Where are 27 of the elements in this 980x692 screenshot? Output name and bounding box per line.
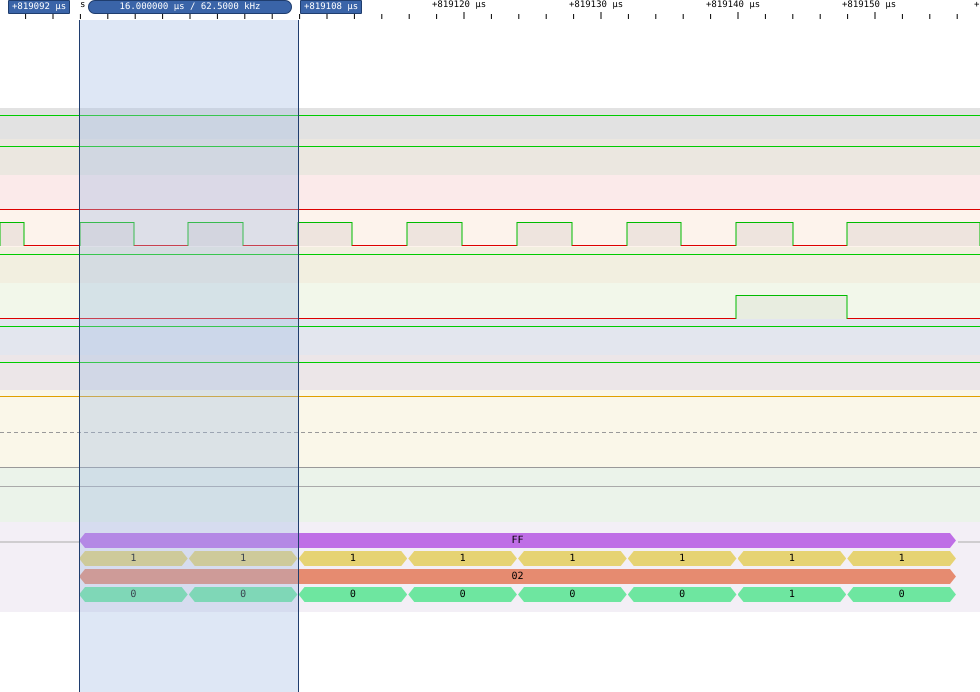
decoded-value: 1 [738, 551, 846, 566]
cursor-time-label: +819092 µs [8, 0, 70, 14]
decoded-value: 1 [298, 551, 408, 566]
time-label: + [974, 0, 980, 10]
decoded-value: 1 [738, 587, 846, 602]
time-label: +819120 µs [432, 0, 486, 10]
decoded-value: 1 [628, 551, 736, 566]
decoded-value: 1 [79, 551, 188, 566]
decoded-value: 0 [188, 587, 298, 602]
decoded-value: 0 [847, 587, 956, 602]
decoded-value: 1 [188, 551, 298, 566]
measurement-label: 16.000000 µs / 62.5000 kHz [88, 0, 292, 14]
cursor-time-label: +819108 µs [300, 0, 362, 14]
decoded-value: 1 [518, 551, 627, 566]
decoded-value: 1 [408, 551, 517, 566]
decoded-value: 0 [408, 587, 517, 602]
time-label: s [80, 0, 86, 10]
decoded-value: 1 [847, 551, 956, 566]
time-label: +819140 µs [706, 0, 760, 10]
decoded-value: 02 [79, 569, 956, 584]
decoded-value: 0 [628, 587, 736, 602]
decoded-value: 0 [79, 587, 188, 602]
decoded-value: 0 [298, 587, 408, 602]
decoded-value: FF [79, 533, 956, 548]
time-label: +819150 µs [842, 0, 896, 10]
time-label: +819130 µs [569, 0, 624, 10]
decoded-value: 0 [518, 587, 627, 602]
